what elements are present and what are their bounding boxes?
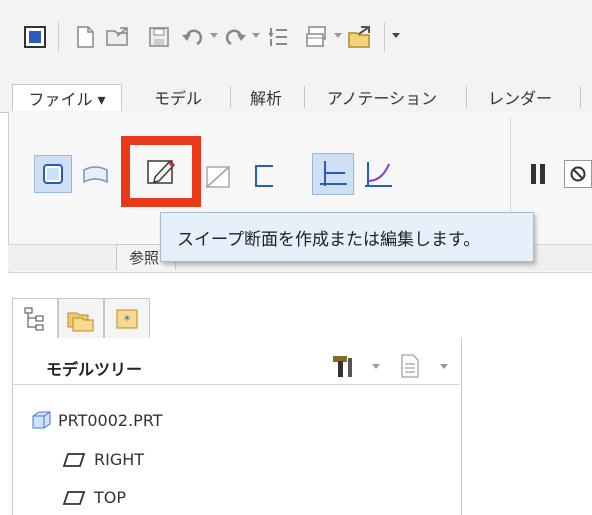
no-preview-icon xyxy=(570,166,586,182)
sketch-section-button[interactable] xyxy=(130,145,192,198)
tree-item-part[interactable]: PRT0002.PRT xyxy=(30,410,163,430)
tree-item-top[interactable]: TOP xyxy=(62,488,126,507)
part-icon xyxy=(32,411,51,429)
solid-button[interactable] xyxy=(34,155,72,193)
tab-favorites[interactable]: * xyxy=(104,298,150,339)
remove-material-button[interactable] xyxy=(200,160,236,192)
model-tree-title: モデルツリー xyxy=(46,360,143,379)
tab-analysis[interactable]: 解析 xyxy=(234,84,298,110)
tab-divider xyxy=(466,86,467,108)
list-document-icon xyxy=(401,354,419,378)
tree-settings-dropdown-icon[interactable] xyxy=(372,364,380,369)
tab-file[interactable]: ファイル ▾ xyxy=(12,84,122,111)
tree-settings-button[interactable] xyxy=(330,353,356,379)
app-icon[interactable] xyxy=(20,22,50,52)
windows-icon[interactable] xyxy=(304,22,330,52)
surface-button[interactable] xyxy=(78,160,114,188)
toolbar-divider xyxy=(58,22,59,52)
no-preview-button[interactable] xyxy=(564,160,592,188)
tab-annotation[interactable]: アノテーション xyxy=(306,84,458,110)
references-tab-label: 参照 xyxy=(129,249,160,267)
constant-section-button[interactable] xyxy=(312,153,354,195)
tree-item-right[interactable]: RIGHT xyxy=(62,450,144,469)
new-file-icon[interactable] xyxy=(72,22,98,52)
favorites-icon: * xyxy=(116,309,138,329)
constant-section-icon xyxy=(320,161,347,186)
tooltip: スイープ断面を作成または編集します。 xyxy=(160,212,534,262)
tree-item-label: PRT0002.PRT xyxy=(58,410,163,430)
model-tree-icon xyxy=(24,307,44,331)
undo-dropdown-icon[interactable] xyxy=(210,33,218,38)
sketch-edit-icon xyxy=(147,159,175,184)
tooltip-text: スイープ断面を作成または編集します。 xyxy=(177,229,481,250)
tab-divider xyxy=(230,86,231,108)
tab-divider xyxy=(304,86,305,108)
tab-render[interactable]: レンダー xyxy=(470,84,570,110)
variable-section-icon xyxy=(365,162,392,187)
datum-plane-icon xyxy=(62,452,86,467)
thin-feature-button[interactable] xyxy=(248,160,280,192)
customize-icon[interactable] xyxy=(392,33,400,38)
remove-material-icon xyxy=(206,166,230,188)
solid-icon xyxy=(43,164,63,184)
svg-text:*: * xyxy=(124,313,130,327)
pause-icon[interactable] xyxy=(528,164,548,186)
open-file-icon[interactable] xyxy=(104,22,132,52)
tab-folder-browser[interactable] xyxy=(58,298,104,339)
variable-section-button[interactable] xyxy=(360,157,396,193)
regenerate-icon[interactable] xyxy=(266,22,292,52)
tab-model[interactable]: モデル xyxy=(132,84,224,110)
tree-show-dropdown-icon[interactable] xyxy=(440,364,448,369)
tree-show-button[interactable] xyxy=(398,352,422,380)
datum-plane-icon xyxy=(62,490,86,505)
redo-dropdown-icon[interactable] xyxy=(252,33,260,38)
tree-item-label: RIGHT xyxy=(94,450,145,469)
surface-icon xyxy=(83,166,108,184)
close-window-icon[interactable] xyxy=(346,22,374,52)
redo-icon[interactable] xyxy=(222,22,248,52)
folder-browser-icon xyxy=(67,312,94,332)
tab-divider xyxy=(580,86,581,108)
thin-feature-icon xyxy=(255,165,273,187)
save-icon[interactable] xyxy=(146,22,172,52)
undo-icon[interactable] xyxy=(180,22,206,52)
tree-item-label: TOP xyxy=(94,488,127,507)
windows-dropdown-icon[interactable] xyxy=(334,33,342,38)
hammer-icon xyxy=(333,356,352,377)
tab-model-tree[interactable] xyxy=(12,298,58,339)
toolbar-divider xyxy=(384,22,385,52)
